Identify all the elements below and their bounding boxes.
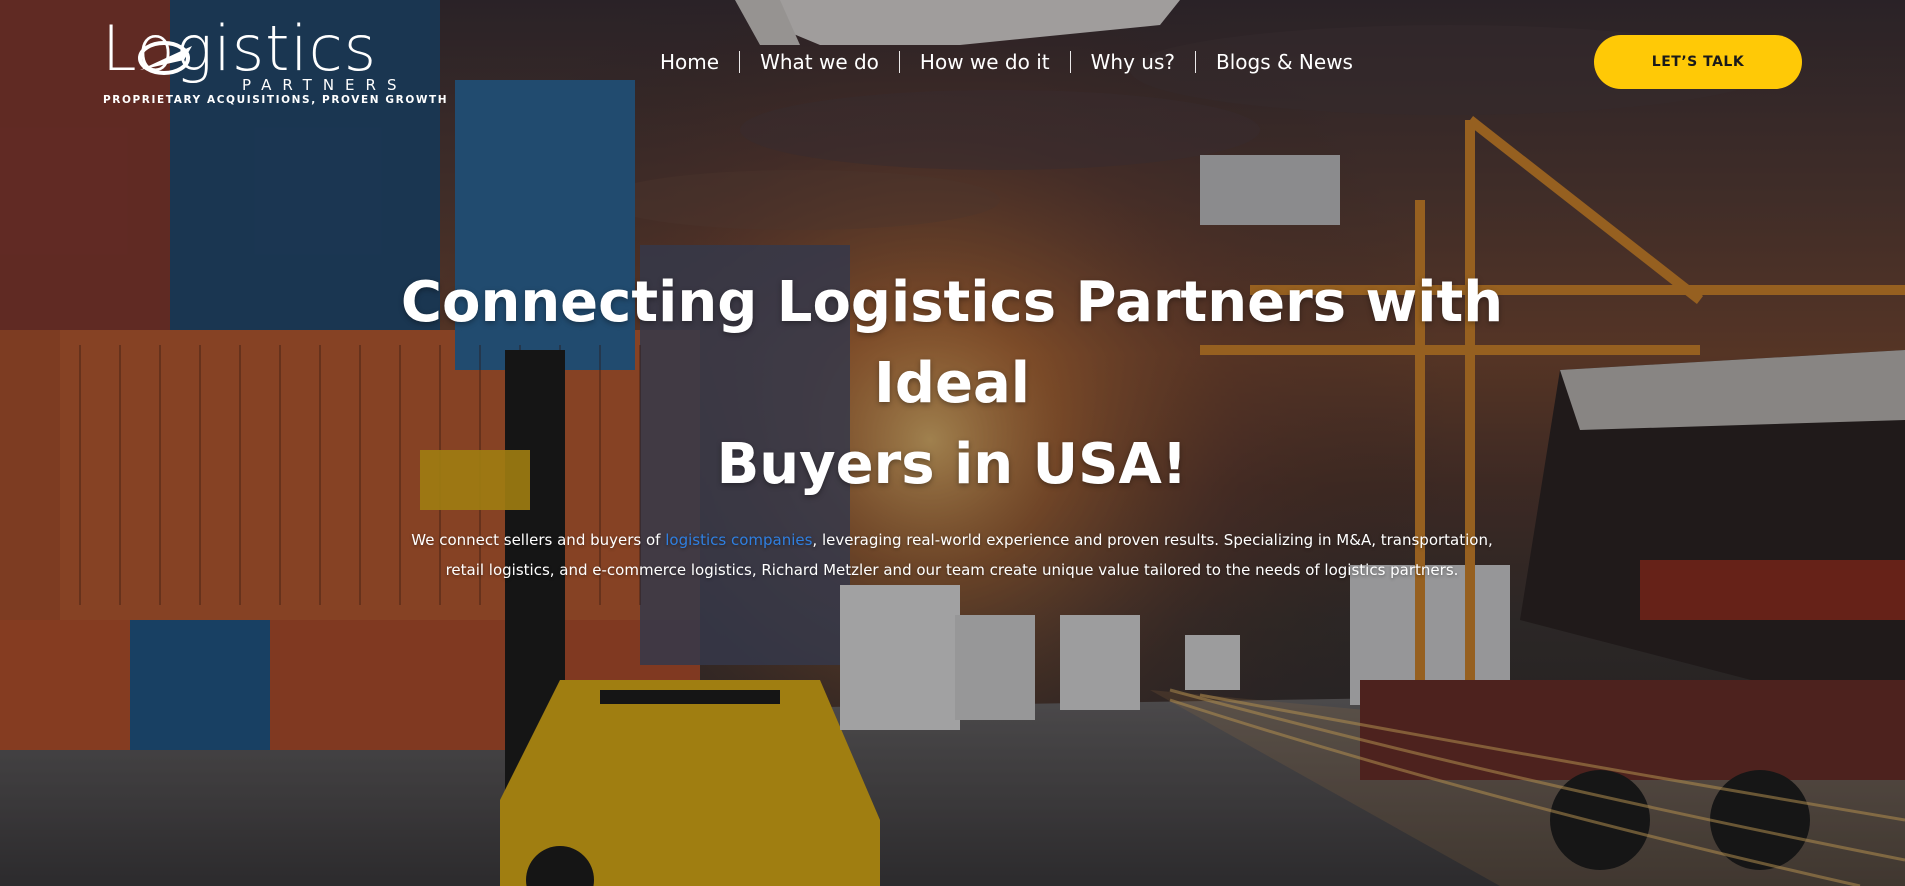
logistics-companies-link[interactable]: logistics companies [665, 531, 812, 549]
swoosh-plane-icon [138, 41, 192, 75]
hero-headline-line-3: Buyers in USA! [716, 432, 1188, 497]
hero-headline-line-1: Connecting Logistics Partners with [400, 270, 1504, 335]
nav-item-why-us[interactable]: Why us? [1071, 46, 1195, 78]
nav-item-how-we-do-it[interactable]: How we do it [900, 46, 1070, 78]
lets-talk-button[interactable]: LET’S TALK [1594, 35, 1802, 89]
main-nav: Home What we do How we do it Why us? Blo… [640, 46, 1373, 78]
nav-item-what-we-do[interactable]: What we do [740, 46, 899, 78]
nav-divider [739, 51, 741, 73]
logo-subtitle: PARTNERS [242, 76, 408, 94]
nav-divider [898, 51, 900, 73]
logo-tagline: PROPRIETARY ACQUISITIONS, PROVEN GROWTH [103, 94, 449, 106]
hero-headline-line-2: Ideal [874, 351, 1030, 416]
nav-item-home[interactable]: Home [640, 46, 739, 78]
hero-description: We connect sellers and buyers of logisti… [402, 525, 1502, 585]
nav-divider [1194, 51, 1196, 73]
nav-item-blogs-news[interactable]: Blogs & News [1196, 46, 1373, 78]
nav-divider [1069, 51, 1071, 73]
hero-headline: Connecting Logistics Partners with Ideal… [352, 262, 1552, 505]
hero-description-intro: We connect sellers and buyers of [411, 531, 666, 549]
site-logo[interactable]: Logistics PARTNERS PROPRIETARY ACQUISITI… [102, 12, 447, 112]
